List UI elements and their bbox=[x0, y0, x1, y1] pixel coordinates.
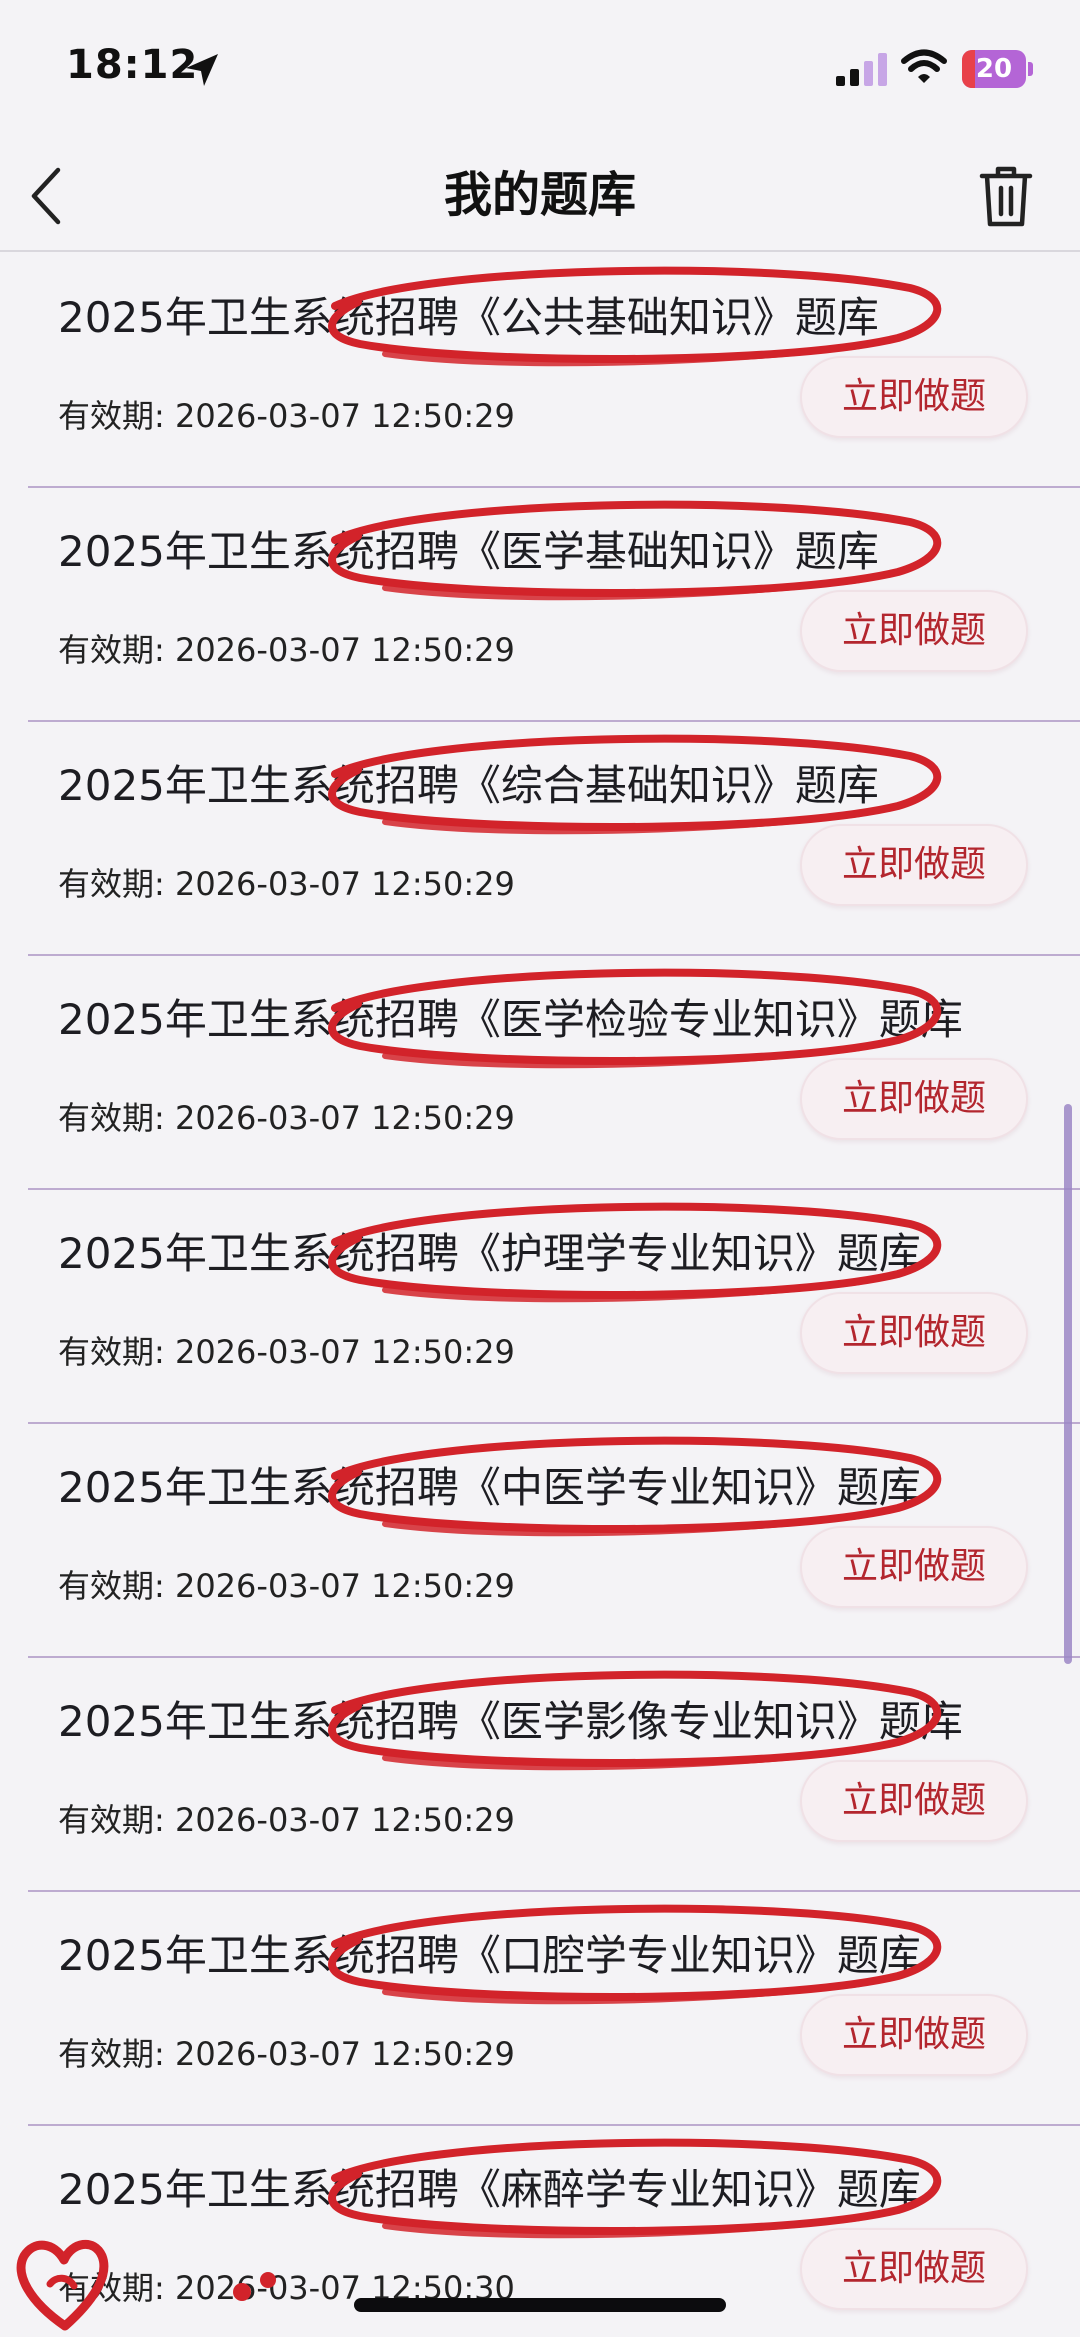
start-practice-button[interactable]: 立即做题 bbox=[800, 2228, 1028, 2310]
delete-button[interactable] bbox=[976, 162, 1036, 230]
scroll-indicator[interactable] bbox=[1064, 1104, 1072, 1664]
status-bar: 18:12 20 bbox=[0, 0, 1080, 140]
nav-bar: 我的题库 bbox=[0, 140, 1080, 252]
wifi-icon bbox=[901, 49, 947, 83]
question-bank-title: 2025年卫生系统招聘《麻醉学专业知识》题库 bbox=[58, 2165, 921, 2214]
list-item-3: 2025年卫生系统招聘《综合基础知识》题库 有效期: 2026-03-07 12… bbox=[0, 722, 1080, 956]
page-title: 我的题库 bbox=[443, 167, 636, 223]
battery-icon: 20 bbox=[962, 50, 1033, 88]
list-item-5: 2025年卫生系统招聘《护理学专业知识》题库 有效期: 2026-03-07 1… bbox=[0, 1190, 1080, 1424]
expiry-date: 有效期: 2026-03-07 12:50:29 bbox=[58, 631, 515, 669]
start-practice-button[interactable]: 立即做题 bbox=[800, 1526, 1028, 1608]
expiry-date: 有效期: 2026-03-07 12:50:29 bbox=[58, 1333, 515, 1371]
expiry-date: 有效期: 2026-03-07 12:50:29 bbox=[58, 1567, 515, 1605]
list-item-6: 2025年卫生系统招聘《中医学专业知识》题库 有效期: 2026-03-07 1… bbox=[0, 1424, 1080, 1658]
expiry-date: 有效期: 2026-03-07 12:50:29 bbox=[58, 397, 515, 435]
home-indicator bbox=[354, 2298, 726, 2312]
start-practice-button[interactable]: 立即做题 bbox=[800, 590, 1028, 672]
cellular-signal-icon bbox=[836, 53, 887, 86]
start-practice-button[interactable]: 立即做题 bbox=[800, 1292, 1028, 1374]
list-item-1: 2025年卫生系统招聘《公共基础知识》题库 有效期: 2026-03-07 12… bbox=[0, 254, 1080, 488]
app-screen: 18:12 20 我的题库 2025年卫生系统招聘《公共基础知识》题库 有效期:… bbox=[0, 0, 1080, 2337]
question-bank-list: 2025年卫生系统招聘《公共基础知识》题库 有效期: 2026-03-07 12… bbox=[0, 254, 1080, 2337]
question-bank-title: 2025年卫生系统招聘《综合基础知识》题库 bbox=[58, 761, 879, 810]
start-practice-button[interactable]: 立即做题 bbox=[800, 1760, 1028, 1842]
list-item-7: 2025年卫生系统招聘《医学影像专业知识》题库 有效期: 2026-03-07 … bbox=[0, 1658, 1080, 1892]
battery-cap bbox=[1028, 62, 1033, 76]
battery-level-text: 20 bbox=[975, 54, 1013, 84]
trash-icon bbox=[979, 166, 1033, 227]
expiry-date: 有效期: 2026-03-07 12:50:29 bbox=[58, 1099, 515, 1137]
expiry-date: 有效期: 2026-03-07 12:50:29 bbox=[58, 865, 515, 903]
expiry-date: 有效期: 2026-03-07 12:50:29 bbox=[58, 2035, 515, 2073]
list-item-8: 2025年卫生系统招聘《口腔学专业知识》题库 有效期: 2026-03-07 1… bbox=[0, 1892, 1080, 2126]
location-arrow-icon bbox=[186, 54, 218, 86]
list-item-4: 2025年卫生系统招聘《医学检验专业知识》题库 有效期: 2026-03-07 … bbox=[0, 956, 1080, 1190]
list-item-2: 2025年卫生系统招聘《医学基础知识》题库 有效期: 2026-03-07 12… bbox=[0, 488, 1080, 722]
question-bank-title: 2025年卫生系统招聘《口腔学专业知识》题库 bbox=[58, 1931, 921, 1980]
start-practice-button[interactable]: 立即做题 bbox=[800, 824, 1028, 906]
status-time: 18:12 bbox=[66, 42, 199, 88]
start-practice-button[interactable]: 立即做题 bbox=[800, 1058, 1028, 1140]
question-bank-title: 2025年卫生系统招聘《中医学专业知识》题库 bbox=[58, 1463, 921, 1512]
start-practice-button[interactable]: 立即做题 bbox=[800, 356, 1028, 438]
question-bank-title: 2025年卫生系统招聘《医学检验专业知识》题库 bbox=[58, 995, 963, 1044]
question-bank-title: 2025年卫生系统招聘《公共基础知识》题库 bbox=[58, 293, 879, 342]
expiry-date: 有效期: 2026-03-07 12:50:29 bbox=[58, 1801, 515, 1839]
start-practice-button[interactable]: 立即做题 bbox=[800, 1994, 1028, 2076]
question-bank-title: 2025年卫生系统招聘《医学影像专业知识》题库 bbox=[58, 1697, 963, 1746]
question-bank-title: 2025年卫生系统招聘《护理学专业知识》题库 bbox=[58, 1229, 921, 1278]
question-bank-title: 2025年卫生系统招聘《医学基础知识》题库 bbox=[58, 527, 879, 576]
heart-doodle-icon bbox=[16, 2240, 276, 2331]
